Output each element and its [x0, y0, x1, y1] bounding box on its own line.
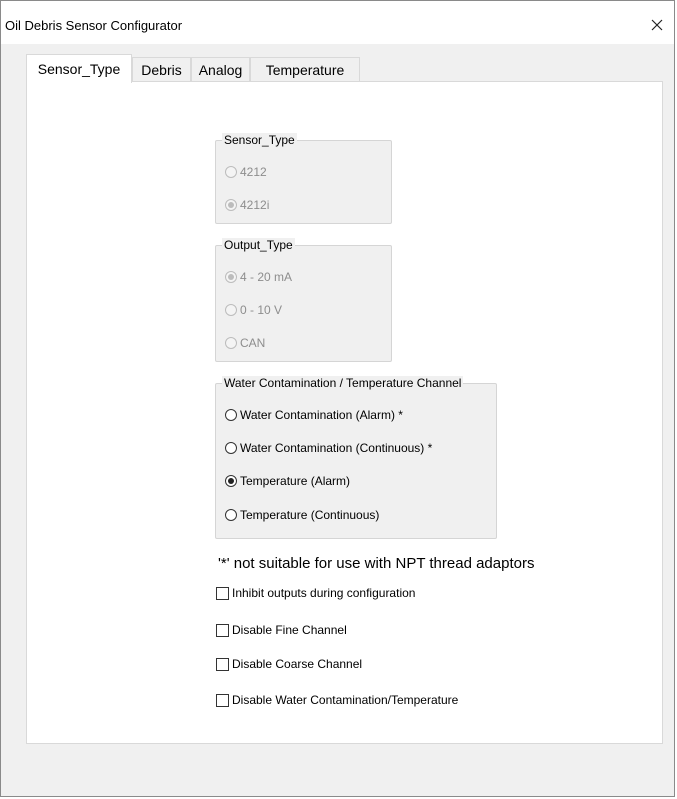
- tab-analog[interactable]: Analog: [191, 57, 250, 81]
- radio-label: CAN: [240, 336, 266, 350]
- title-bar: Oil Debris Sensor Configurator: [1, 1, 674, 44]
- radio-label: 0 - 10 V: [240, 303, 283, 317]
- radio-label: Temperature (Continuous): [240, 508, 380, 522]
- radio-button[interactable]: [225, 442, 237, 454]
- sensor-type-group: Sensor_Type 4212 4212i: [215, 133, 392, 224]
- group-legend: Output_Type: [222, 238, 295, 252]
- tab-temperature[interactable]: Temperature: [250, 57, 360, 81]
- radio-button[interactable]: [225, 199, 237, 211]
- radio-option[interactable]: Water Contamination (Alarm) *: [225, 408, 403, 422]
- group-legend: Water Contamination / Temperature Channe…: [222, 376, 464, 390]
- inhibit-outputs-checkbox[interactable]: Inhibit outputs during configuration: [216, 586, 415, 600]
- radio-button[interactable]: [225, 304, 237, 316]
- npt-adaptor-note: '*' not suitable for use with NPT thread…: [218, 555, 535, 572]
- water-temperature-channel-group: Water Contamination / Temperature Channe…: [215, 376, 497, 539]
- radio-label: 4 - 20 mA: [240, 270, 293, 284]
- checkbox-box[interactable]: [216, 623, 229, 637]
- window-title: Oil Debris Sensor Configurator: [5, 18, 183, 33]
- checkbox-box[interactable]: [216, 586, 229, 600]
- tab-debris[interactable]: Debris: [132, 57, 191, 81]
- radio-label: 4212i: [240, 198, 270, 212]
- radio-button[interactable]: [225, 475, 237, 487]
- configurator-window: Oil Debris Sensor Configurator Sensor_Ty…: [0, 0, 675, 797]
- tab-sensor-type[interactable]: Sensor_Type: [26, 54, 132, 83]
- output-type-group: Output_Type 4 - 20 mA 0 - 10 V CAN: [215, 238, 392, 362]
- checkbox-label: Inhibit outputs during configuration: [232, 586, 416, 600]
- radio-label: Water Contamination (Continuous) *: [240, 441, 433, 455]
- radio-label: Water Contamination (Alarm) *: [240, 408, 403, 422]
- tab-label: Temperature: [265, 61, 345, 78]
- radio-option[interactable]: Water Contamination (Continuous) *: [225, 441, 432, 455]
- sensor-type-panel: Sensor_Type 4212 4212i Output_Type 4 - 2…: [26, 81, 663, 744]
- radio-option[interactable]: CAN: [225, 336, 265, 350]
- checkbox-label: Disable Coarse Channel: [232, 657, 363, 671]
- radio-button[interactable]: [225, 509, 237, 521]
- radio-button[interactable]: [225, 337, 237, 349]
- disable-fine-channel-checkbox[interactable]: Disable Fine Channel: [216, 623, 347, 637]
- close-icon: [651, 19, 663, 31]
- radio-option[interactable]: 4 - 20 mA: [225, 270, 292, 284]
- tab-label: Debris: [141, 61, 182, 78]
- radio-option[interactable]: 4212: [225, 165, 267, 179]
- radio-option[interactable]: Temperature (Continuous): [225, 508, 379, 522]
- radio-option[interactable]: 4212i: [225, 198, 269, 212]
- radio-label: 4212: [240, 165, 267, 179]
- radio-button[interactable]: [225, 166, 237, 178]
- radio-label: Temperature (Alarm): [240, 474, 351, 488]
- group-legend: Sensor_Type: [222, 133, 297, 147]
- disable-water-temperature-checkbox[interactable]: Disable Water Contamination/Temperature: [216, 693, 458, 707]
- close-button[interactable]: [640, 10, 674, 40]
- checkbox-label: Disable Fine Channel: [232, 623, 347, 637]
- tab-label: Sensor_Type: [37, 61, 121, 77]
- radio-button[interactable]: [225, 271, 237, 283]
- checkbox-box[interactable]: [216, 657, 229, 671]
- radio-option[interactable]: 0 - 10 V: [225, 303, 282, 317]
- checkbox-box[interactable]: [216, 693, 229, 707]
- disable-coarse-channel-checkbox[interactable]: Disable Coarse Channel: [216, 657, 362, 671]
- radio-option[interactable]: Temperature (Alarm): [225, 474, 350, 488]
- checkbox-label: Disable Water Contamination/Temperature: [232, 693, 459, 707]
- tab-label: Analog: [198, 61, 243, 78]
- radio-button[interactable]: [225, 409, 237, 421]
